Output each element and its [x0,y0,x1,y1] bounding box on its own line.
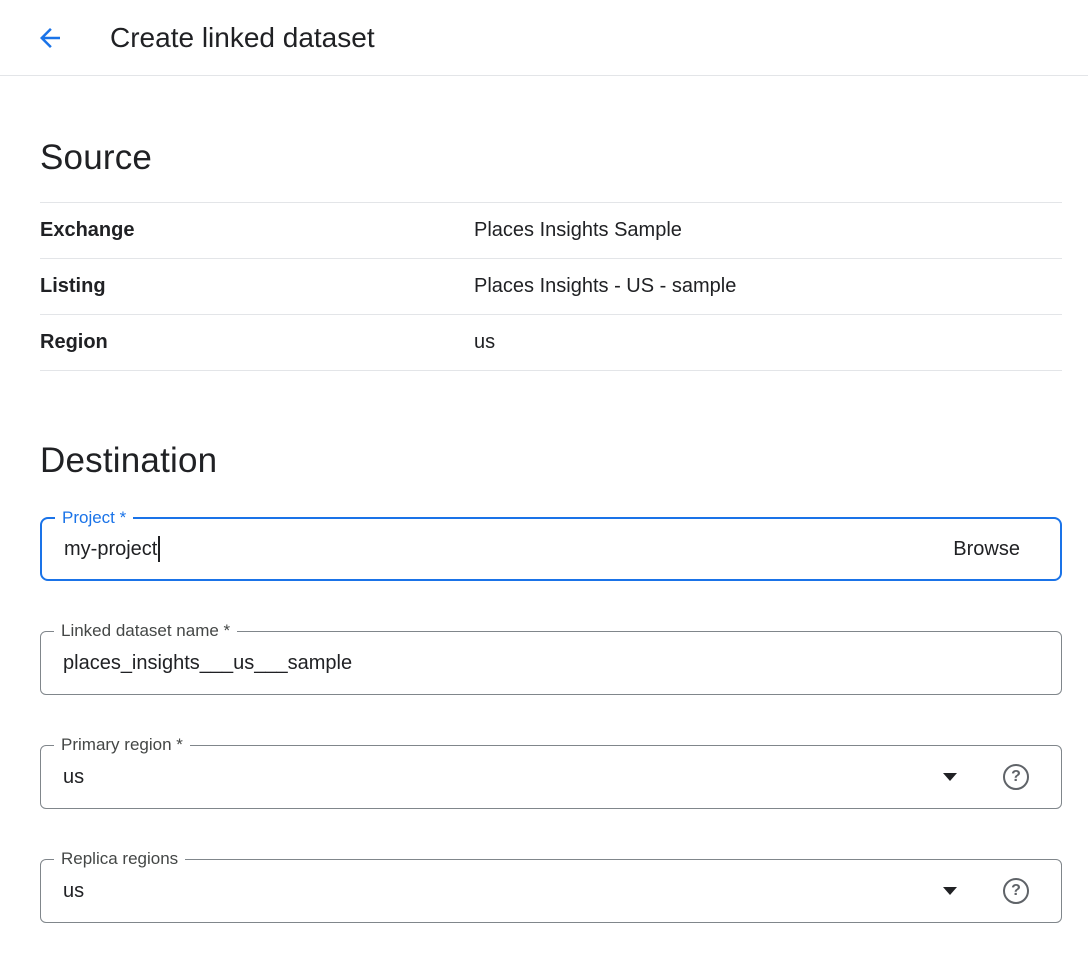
page-title: Create linked dataset [110,22,375,54]
help-icon[interactable]: ? [1003,764,1029,790]
project-input[interactable]: my-project [42,536,160,562]
source-table: Exchange Places Insights Sample Listing … [40,202,1062,371]
chevron-down-icon[interactable] [943,773,957,781]
primary-region-label: Primary region * [54,735,190,755]
replica-regions-select[interactable]: us [41,880,84,903]
replica-regions-field[interactable]: Replica regions us ? [40,859,1062,923]
help-icon[interactable]: ? [1003,878,1029,904]
project-input-value: my-project [64,538,157,561]
primary-region-value: us [63,766,84,789]
row-label: Exchange [40,219,474,242]
source-section-heading: Source [40,138,1062,178]
arrow-back-icon [35,23,65,53]
page-header: Create linked dataset [0,0,1088,76]
browse-button[interactable]: Browse [953,538,1020,561]
table-row-region: Region us [40,315,1062,371]
linked-dataset-name-input[interactable]: places_insights___us___sample [41,652,352,675]
linked-dataset-name-label: Linked dataset name * [54,621,237,641]
replica-regions-value: us [63,880,84,903]
chevron-down-icon[interactable] [943,887,957,895]
row-label: Listing [40,275,474,298]
primary-region-select[interactable]: us [41,766,84,789]
text-cursor [158,536,160,562]
project-field-label: Project * [55,508,133,528]
main-content: Source Exchange Places Insights Sample L… [0,138,1088,963]
back-button[interactable] [30,18,70,58]
project-field[interactable]: Project * my-project Browse [40,517,1062,581]
row-value: Places Insights Sample [474,219,682,242]
primary-region-field[interactable]: Primary region * us ? [40,745,1062,809]
row-label: Region [40,331,474,354]
row-value: us [474,331,495,354]
replica-regions-label: Replica regions [54,849,185,869]
row-value: Places Insights - US - sample [474,275,736,298]
destination-section-heading: Destination [40,441,1062,481]
table-row-exchange: Exchange Places Insights Sample [40,203,1062,259]
linked-dataset-name-field[interactable]: Linked dataset name * places_insights___… [40,631,1062,695]
linked-dataset-name-value: places_insights___us___sample [63,652,352,675]
table-row-listing: Listing Places Insights - US - sample [40,259,1062,315]
